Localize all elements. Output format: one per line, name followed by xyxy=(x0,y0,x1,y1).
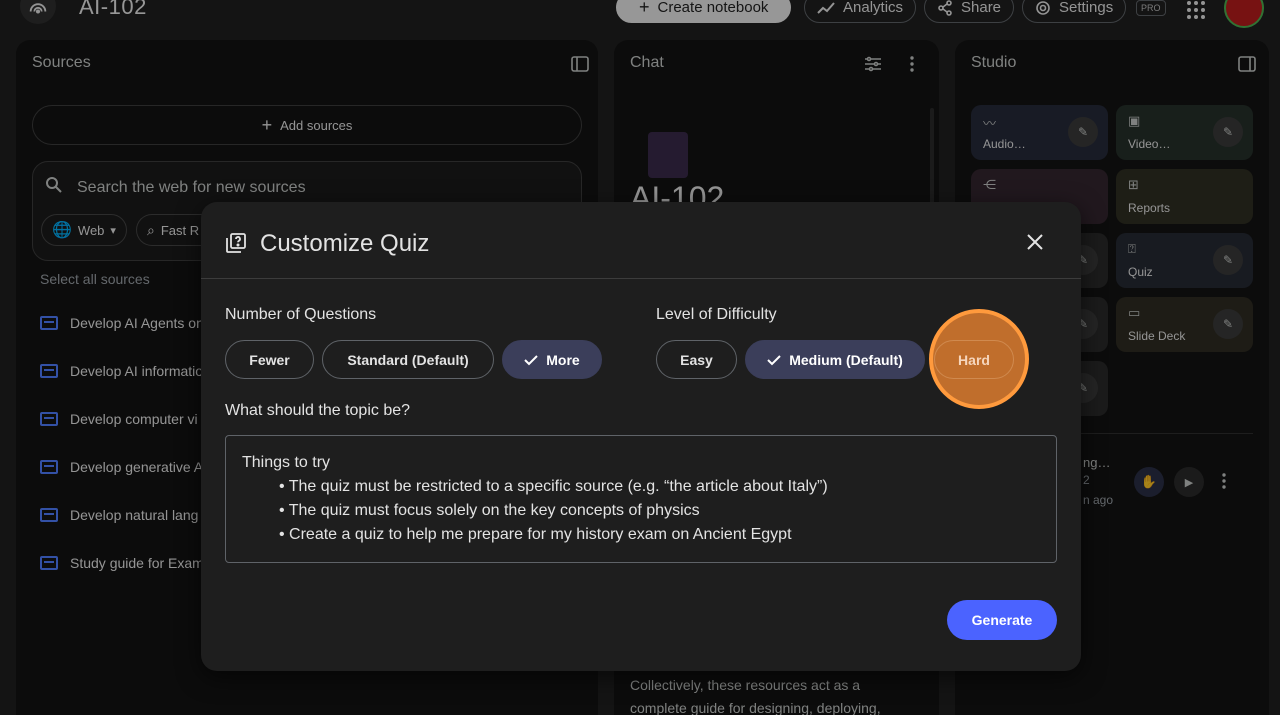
generate-button[interactable]: Generate xyxy=(947,600,1057,640)
dialog-title: Customize Quiz xyxy=(260,230,430,257)
difficulty-label: Level of Difficulty xyxy=(656,306,777,323)
check-icon xyxy=(767,354,781,365)
fewer-option[interactable]: Fewer xyxy=(225,340,314,379)
dialog-header: Customize Quiz xyxy=(201,202,1081,279)
topic-label: What should the topic be? xyxy=(225,402,411,419)
topic-placeholder-line: • The quiz must be restricted to a speci… xyxy=(279,478,828,495)
topic-placeholder-line: • The quiz must focus solely on the key … xyxy=(279,502,700,519)
option-label: Fewer xyxy=(249,351,290,368)
quiz-icon xyxy=(226,233,246,253)
standard-option[interactable]: Standard (Default) xyxy=(322,340,494,379)
topic-placeholder-line: • Create a quiz to help me prepare for m… xyxy=(279,526,792,543)
customize-quiz-dialog: Customize Quiz Number of Questions Fewer… xyxy=(201,202,1081,671)
easy-option[interactable]: Easy xyxy=(656,340,737,379)
medium-option[interactable]: Medium (Default) xyxy=(745,340,925,379)
hard-option[interactable]: Hard xyxy=(934,340,1014,379)
option-label: Standard (Default) xyxy=(347,351,469,368)
questions-label: Number of Questions xyxy=(225,306,377,323)
check-icon xyxy=(524,354,538,365)
more-option[interactable]: More xyxy=(502,340,602,379)
option-label: Easy xyxy=(680,351,713,368)
option-label: Medium (Default) xyxy=(789,351,903,368)
topic-placeholder-head: Things to try xyxy=(242,454,331,471)
topic-textarea[interactable]: Things to try • The quiz must be restric… xyxy=(225,435,1057,563)
close-icon[interactable] xyxy=(1023,230,1047,254)
option-label: More xyxy=(546,351,580,368)
option-label: Hard xyxy=(958,351,990,368)
